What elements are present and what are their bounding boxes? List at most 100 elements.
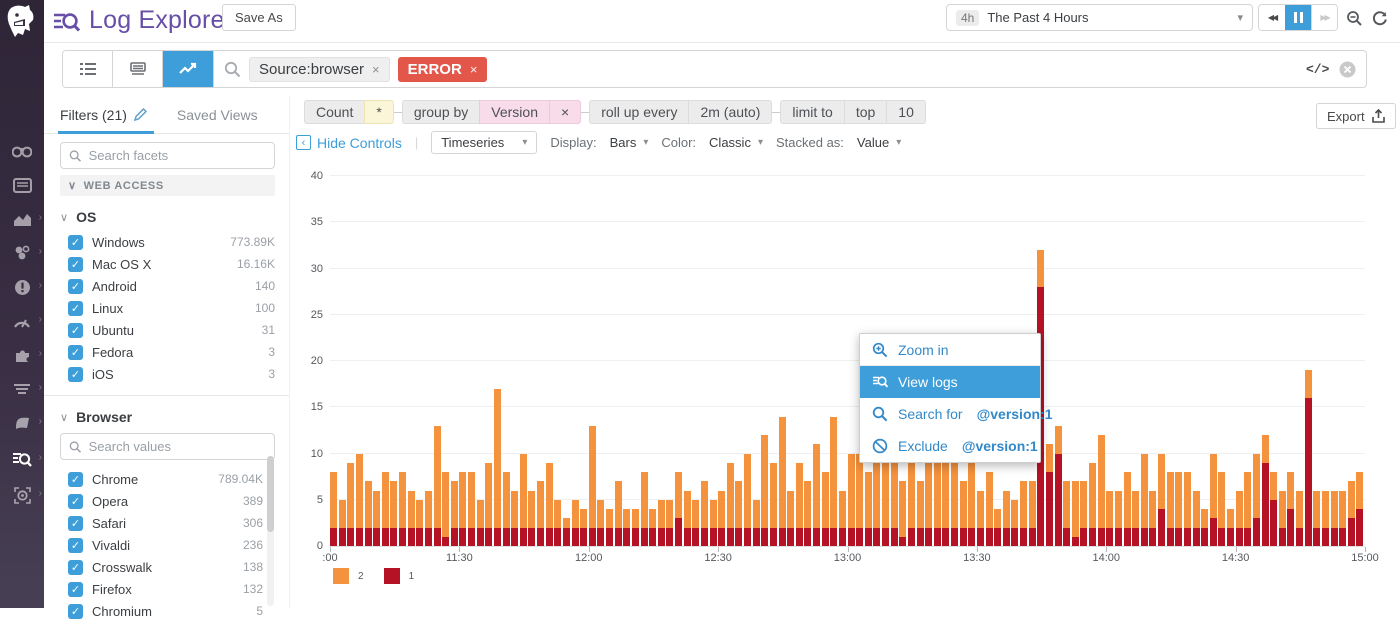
bar[interactable] xyxy=(830,417,837,547)
pause-button[interactable] xyxy=(1285,5,1311,30)
bar-segment-version1[interactable] xyxy=(1236,528,1243,547)
bar-segment-version1[interactable] xyxy=(1279,528,1286,547)
bar-segment-version2[interactable] xyxy=(735,481,742,527)
bar-segment-version1[interactable] xyxy=(718,528,725,547)
bar-segment-version2[interactable] xyxy=(1037,250,1044,287)
bar[interactable] xyxy=(606,509,613,546)
bar-segment-version2[interactable] xyxy=(718,491,725,528)
facet-item[interactable]: ✓Android140 xyxy=(68,275,275,297)
bar-segment-version1[interactable] xyxy=(701,528,708,547)
bar-segment-version2[interactable] xyxy=(1167,472,1174,528)
checkbox-checked-icon[interactable]: ✓ xyxy=(68,494,83,509)
bar-segment-version1[interactable] xyxy=(1011,528,1018,547)
checkbox-checked-icon[interactable]: ✓ xyxy=(68,257,83,272)
bar-segment-version1[interactable] xyxy=(511,528,518,547)
bar-segment-version1[interactable] xyxy=(839,528,846,547)
bar-segment-version2[interactable] xyxy=(1149,491,1156,528)
bar-segment-version2[interactable] xyxy=(804,481,811,527)
bar[interactable] xyxy=(908,463,915,546)
bar-segment-version1[interactable] xyxy=(1244,528,1251,547)
graph-type-select[interactable]: Timeseries ▾ xyxy=(431,131,537,154)
bar-segment-version2[interactable] xyxy=(572,500,579,528)
facet-item[interactable]: ✓Crosswalk138 xyxy=(68,556,263,578)
limit-value-chip[interactable]: 10 xyxy=(886,100,926,124)
nav-hostmap[interactable]: › xyxy=(0,238,44,268)
facet-value-label[interactable]: iOS xyxy=(92,367,114,382)
bar-segment-version1[interactable] xyxy=(408,528,415,547)
bar-segment-version1[interactable] xyxy=(744,528,751,547)
facet-item[interactable]: ✓Ubuntu31 xyxy=(68,319,275,341)
bar-segment-version2[interactable] xyxy=(1331,491,1338,528)
bar-segment-version1[interactable] xyxy=(606,528,613,547)
bar[interactable] xyxy=(554,500,561,546)
bar-segment-version2[interactable] xyxy=(1141,454,1148,528)
bar[interactable] xyxy=(1141,454,1148,547)
tab-saved-views[interactable]: Saved Views xyxy=(177,107,258,123)
bar-segment-version2[interactable] xyxy=(589,426,596,528)
bar-segment-version1[interactable] xyxy=(822,528,829,547)
filter-chip-source[interactable]: Source:browser × xyxy=(249,57,390,82)
bar-segment-version1[interactable] xyxy=(727,528,734,547)
bar-segment-version2[interactable] xyxy=(330,472,337,528)
bar-segment-version2[interactable] xyxy=(770,463,777,528)
bar[interactable] xyxy=(1331,491,1338,547)
bar-segment-version1[interactable] xyxy=(1262,463,1269,546)
bar-segment-version2[interactable] xyxy=(960,481,967,527)
bar-segment-version2[interactable] xyxy=(1322,491,1329,528)
bar-segment-version1[interactable] xyxy=(572,528,579,547)
facet-value-label[interactable]: Firefox xyxy=(92,582,132,597)
bar[interactable] xyxy=(1218,472,1225,546)
bar[interactable] xyxy=(917,481,924,546)
bar-segment-version2[interactable] xyxy=(1356,472,1363,509)
bar[interactable] xyxy=(373,491,380,547)
bar-segment-version2[interactable] xyxy=(1080,481,1087,527)
bar[interactable] xyxy=(761,435,768,546)
bar-segment-version2[interactable] xyxy=(813,444,820,527)
bar-segment-version1[interactable] xyxy=(891,528,898,547)
bar[interactable] xyxy=(1348,481,1355,546)
bar-segment-version2[interactable] xyxy=(1348,481,1355,518)
bar[interactable] xyxy=(468,472,475,546)
bar[interactable] xyxy=(1080,481,1087,546)
facet-value-label[interactable]: Chromium xyxy=(92,604,152,619)
bar-segment-version2[interactable] xyxy=(1339,491,1346,528)
bar-segment-version2[interactable] xyxy=(442,472,449,537)
bar-segment-version2[interactable] xyxy=(425,491,432,528)
bar[interactable] xyxy=(537,481,544,546)
code-view-toggle[interactable]: </> xyxy=(1306,62,1329,77)
bar-segment-version1[interactable] xyxy=(1124,528,1131,547)
bar[interactable] xyxy=(1046,444,1053,546)
bar-segment-version1[interactable] xyxy=(994,528,1001,547)
bar-segment-version1[interactable] xyxy=(908,528,915,547)
bar-segment-version1[interactable] xyxy=(485,528,492,547)
bar-segment-version1[interactable] xyxy=(684,528,691,547)
bar-segment-version1[interactable] xyxy=(339,528,346,547)
nav-infrastructure[interactable]: › xyxy=(0,204,44,234)
bar-segment-version1[interactable] xyxy=(520,528,527,547)
bar[interactable] xyxy=(572,500,579,546)
bar[interactable] xyxy=(494,389,501,546)
timeseries-view-button[interactable] xyxy=(163,51,213,87)
bar-segment-version1[interactable] xyxy=(1063,528,1070,547)
clear-search-icon[interactable] xyxy=(1339,61,1356,78)
bar-segment-version2[interactable] xyxy=(856,454,863,528)
bar-segment-version1[interactable] xyxy=(1339,528,1346,547)
bar-segment-version1[interactable] xyxy=(1132,528,1139,547)
bar[interactable] xyxy=(1227,509,1234,546)
bar-segment-version1[interactable] xyxy=(753,528,760,547)
bar-segment-version2[interactable] xyxy=(356,454,363,528)
compact-list-view-button[interactable] xyxy=(113,51,163,87)
facet-item[interactable]: ✓Chrome789.04K xyxy=(68,468,263,490)
facet-item[interactable]: ✓Windows773.89K xyxy=(68,231,275,253)
bar-segment-version2[interactable] xyxy=(1262,435,1269,463)
bar-segment-version2[interactable] xyxy=(710,500,717,528)
bar-segment-version2[interactable] xyxy=(666,500,673,528)
bar[interactable] xyxy=(347,463,354,546)
bar-segment-version2[interactable] xyxy=(839,491,846,528)
bar-segment-version2[interactable] xyxy=(1098,435,1105,528)
bar-segment-version1[interactable] xyxy=(735,528,742,547)
bar-segment-version2[interactable] xyxy=(597,500,604,528)
bar-segment-version1[interactable] xyxy=(356,528,363,547)
bar-segment-version2[interactable] xyxy=(675,472,682,518)
bar-segment-version2[interactable] xyxy=(606,509,613,528)
